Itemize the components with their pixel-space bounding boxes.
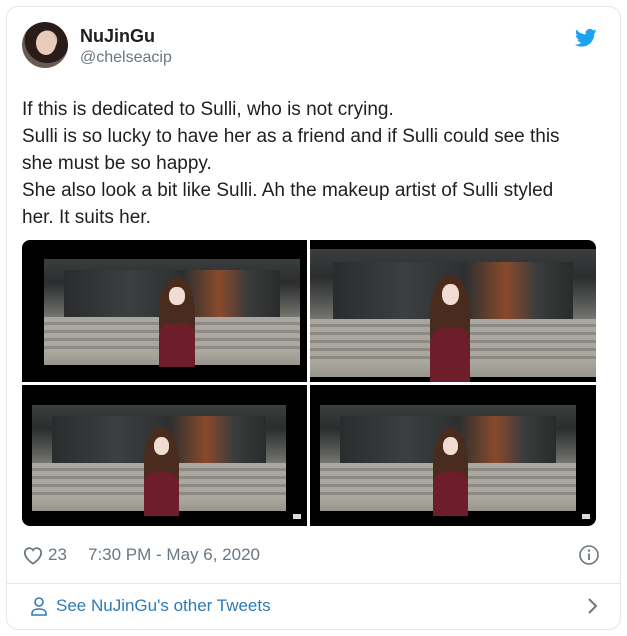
tweet-line: Sulli is so lucky to have her as a frien…: [22, 126, 560, 147]
video-still-1[interactable]: [22, 240, 307, 382]
tweet-timestamp[interactable]: 7:30 PM - May 6, 2020: [88, 545, 260, 565]
user-avatar[interactable]: [22, 22, 68, 68]
tweet-header: NuJinGu @chelseacip: [22, 22, 597, 78]
tweet-meta: 23 7:30 PM - May 6, 2020: [22, 542, 602, 570]
person-icon: [31, 597, 47, 616]
video-still-4[interactable]: [310, 385, 596, 526]
see-more-tweets-link[interactable]: See NuJinGu's other Tweets: [22, 592, 602, 620]
divider: [6, 583, 621, 584]
media-grid: [22, 240, 596, 526]
tweet-line: her. It suits her.: [22, 207, 151, 228]
tweet-line: If this is dedicated to Sulli, who is no…: [22, 99, 394, 120]
tweet-line: she must be so happy.: [22, 153, 212, 174]
like-count[interactable]: 23: [48, 545, 67, 565]
twitter-bird-icon[interactable]: [575, 28, 597, 48]
video-still-3[interactable]: [22, 385, 307, 526]
chevron-right-icon[interactable]: [586, 596, 600, 616]
tweet-text: If this is dedicated to Sulli, who is no…: [22, 96, 602, 231]
display-name[interactable]: NuJinGu: [80, 26, 155, 47]
heart-icon[interactable]: [22, 545, 44, 565]
tweet-line: She also look a bit like Sulli. Ah the m…: [22, 180, 554, 201]
see-more-label[interactable]: See NuJinGu's other Tweets: [56, 596, 271, 616]
video-still-2[interactable]: [310, 240, 596, 382]
info-icon[interactable]: [578, 544, 600, 566]
user-handle[interactable]: @chelseacip: [80, 49, 172, 67]
